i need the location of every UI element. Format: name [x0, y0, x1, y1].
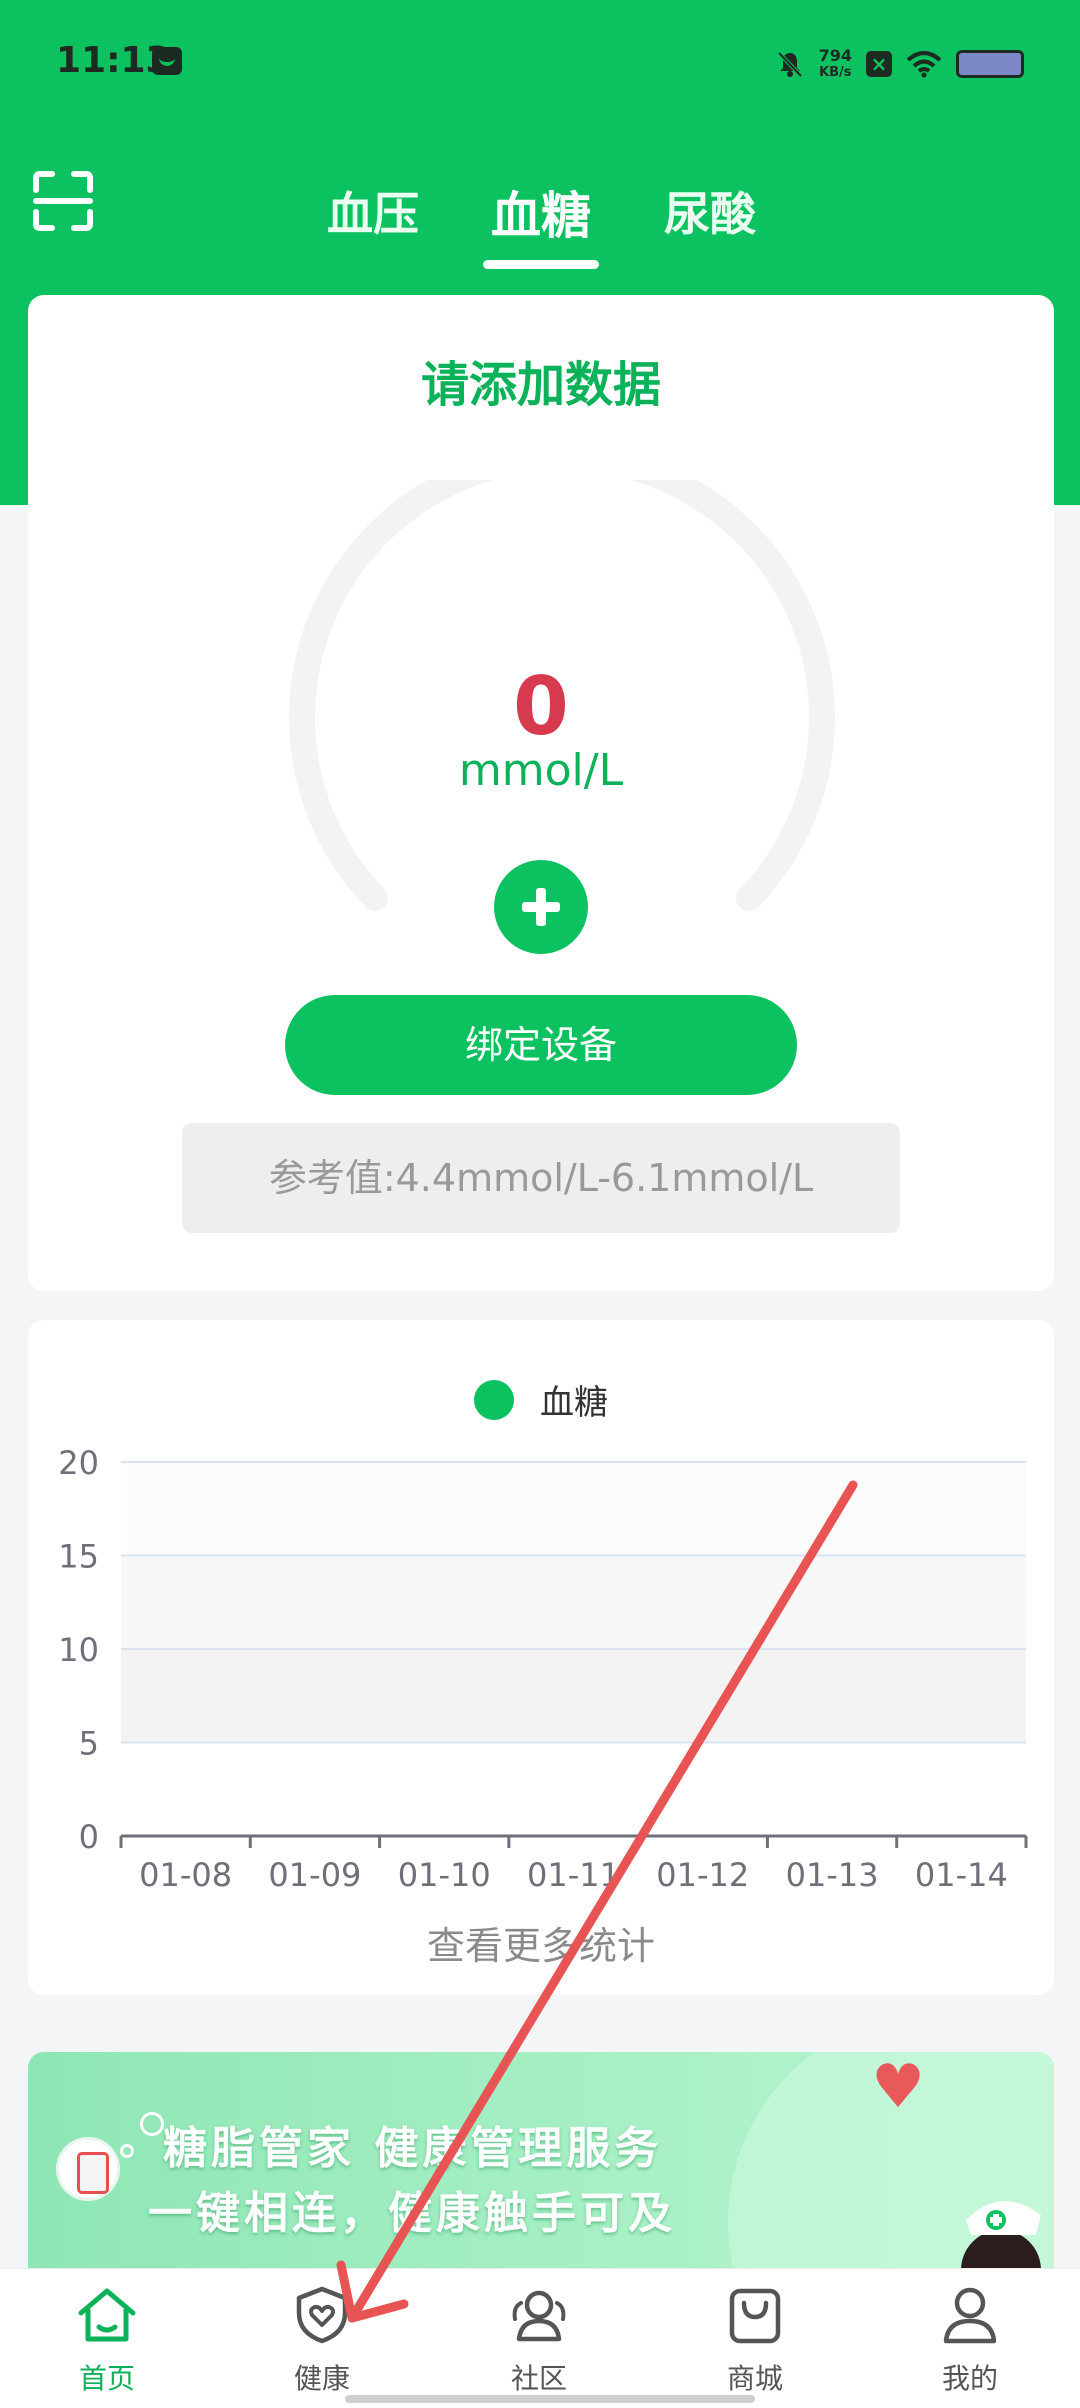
y-tick-label: 5	[79, 1725, 99, 1763]
mute-icon	[777, 51, 803, 78]
status-icons: 794 KB/s ×	[775, 40, 1024, 88]
glucose-unit: mmol/L	[458, 745, 624, 796]
chart-card: 血糖 0 5 10 15 20 01-08 01-09 01-10 01-11 01-12 01-1…	[28, 1320, 1054, 1995]
network-speed: 794 KB/s	[819, 47, 852, 81]
nav-community[interactable]: 社区	[469, 2269, 609, 2408]
y-tick-label: 10	[58, 1631, 99, 1669]
decor-ring	[140, 2112, 164, 2136]
category-tabs: 血压 血糖 尿酸	[0, 178, 1080, 278]
y-tick-label: 0	[79, 1818, 99, 1856]
banner-headline: 糖脂管家 健康管理服务	[163, 2123, 663, 2174]
card-title: 请添加数据	[420, 357, 661, 413]
promo-banner[interactable]: ♥ 糖脂管家 健康管理服务 一键相连，健康触手可及	[28, 2052, 1054, 2272]
battery-icon	[956, 50, 1024, 78]
wifi-icon	[906, 51, 942, 78]
nurse-illustration	[961, 2201, 1041, 2272]
y-tick-label: 15	[58, 1538, 99, 1576]
x-tick-label: 01-13	[786, 1856, 879, 1894]
chart-band	[121, 1462, 1026, 1556]
measurement-card: 请添加数据 0 mmol/L 绑定设备 参考值:4.4mmol/L-6.1mmo…	[28, 295, 1054, 1291]
y-tick-label: 20	[58, 1444, 99, 1482]
nav-label: 我的	[941, 2362, 998, 2395]
profile-icon	[943, 2287, 997, 2344]
community-icon	[512, 2290, 566, 2342]
network-speed-value: 794	[818, 46, 852, 65]
status-bar: 11:13 794 KB/s ×	[0, 0, 1080, 125]
x-tick-label: 01-12	[656, 1856, 749, 1894]
x-tick-label: 01-08	[139, 1856, 232, 1894]
nav-home[interactable]: 首页	[37, 2269, 177, 2408]
medicine-icon	[56, 2137, 120, 2201]
tab-blood-pressure[interactable]: 血压	[327, 178, 419, 244]
nav-label: 首页	[78, 2362, 135, 2395]
nav-label: 商城	[726, 2362, 783, 2395]
nav-profile[interactable]: 我的	[900, 2269, 1040, 2408]
reference-range: 参考值:4.4mmol/L-6.1mmol/L	[182, 1123, 900, 1233]
heart-icon: ♥	[871, 2052, 925, 2122]
x-tick-label: 01-09	[268, 1856, 361, 1894]
x-tick-label: 01-11	[527, 1856, 620, 1894]
network-speed-unit: KB/s	[819, 65, 852, 80]
shopping-bag-icon	[729, 2288, 781, 2344]
nav-health[interactable]: 健康	[252, 2269, 392, 2408]
nav-mall[interactable]: 商城	[685, 2269, 825, 2408]
x-app-icon: ×	[866, 51, 892, 77]
home-icon	[78, 2288, 136, 2342]
x-tick-label: 01-14	[915, 1856, 1008, 1894]
tab-uric-acid[interactable]: 尿酸	[664, 178, 756, 244]
banner-subline: 一键相连，健康触手可及	[148, 2188, 676, 2239]
health-shield-icon	[296, 2286, 348, 2344]
bind-device-button[interactable]: 绑定设备	[285, 995, 797, 1095]
blood-sugar-chart: 0 5 10 15 20 01-08 01-09 01-10 01-11 01-12 01-13 01…	[58, 1444, 1028, 1894]
app-notification-icon	[152, 47, 182, 75]
x-tick-label: 01-10	[398, 1856, 491, 1894]
active-tab-indicator	[483, 260, 599, 269]
nav-label: 健康	[293, 2362, 350, 2395]
tab-blood-sugar[interactable]: 血糖	[491, 176, 591, 248]
decor-ring	[120, 2144, 134, 2158]
chart-band	[121, 1649, 1026, 1743]
more-stats-link[interactable]: 查看更多统计	[28, 1915, 1054, 1970]
home-indicator	[345, 2395, 755, 2403]
chart-band	[121, 1555, 1026, 1649]
glucose-value: 0	[513, 660, 569, 753]
nav-label: 社区	[510, 2362, 567, 2395]
add-data-button[interactable]	[494, 860, 588, 954]
bottom-nav: 首页 健康 社区 商城 我的	[0, 2268, 1080, 2408]
